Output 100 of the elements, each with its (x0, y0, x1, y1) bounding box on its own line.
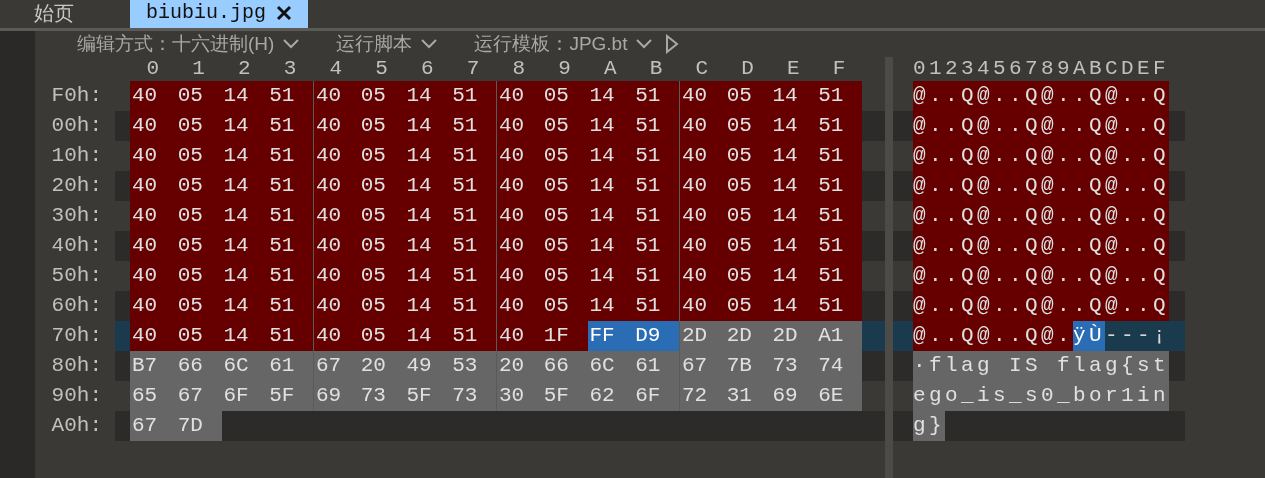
hex-byte[interactable]: 51 (816, 81, 862, 111)
dropdown-button[interactable]: 编辑方式：十六进制(H) (77, 29, 301, 59)
hex-byte[interactable]: 7D (175, 411, 222, 441)
hex-byte[interactable]: 51 (816, 141, 862, 171)
dropdown-button[interactable]: 运行模板：JPG.bt (474, 29, 654, 59)
hex-byte[interactable]: 2D (724, 321, 771, 351)
hex-byte[interactable]: 40 (130, 261, 176, 291)
hex-byte[interactable]: 05 (175, 171, 222, 201)
hex-byte[interactable]: 05 (541, 111, 588, 141)
hex-byte[interactable]: 05 (358, 261, 405, 291)
hex-byte[interactable]: 05 (541, 81, 588, 111)
hex-byte[interactable]: 65 (130, 381, 176, 411)
hex-byte[interactable]: 20 (496, 351, 542, 381)
hex-byte[interactable]: 40 (679, 231, 725, 261)
hex-byte[interactable]: 05 (175, 231, 222, 261)
hex-byte[interactable]: 05 (175, 321, 222, 351)
hex-byte[interactable]: 51 (633, 141, 679, 171)
hex-byte[interactable]: 14 (221, 261, 268, 291)
hex-byte[interactable]: 74 (816, 351, 862, 381)
hex-byte[interactable]: 51 (450, 171, 496, 201)
hex-byte[interactable]: 61 (267, 351, 313, 381)
hex-byte[interactable]: 40 (313, 261, 359, 291)
hex-byte[interactable]: 40 (496, 171, 542, 201)
hex-byte[interactable]: 51 (267, 111, 313, 141)
hex-byte[interactable]: 05 (358, 321, 405, 351)
hex-byte[interactable]: 51 (816, 261, 862, 291)
hex-byte[interactable]: 40 (313, 111, 359, 141)
hex-byte[interactable]: 51 (267, 81, 313, 111)
hex-byte[interactable]: 40 (496, 261, 542, 291)
hex-byte[interactable]: 51 (816, 201, 862, 231)
hex-byte[interactable]: 40 (313, 201, 359, 231)
hex-byte[interactable]: 05 (724, 171, 771, 201)
hex-byte[interactable]: 05 (724, 81, 771, 111)
hex-byte[interactable]: 7B (724, 351, 771, 381)
hex-byte[interactable]: 51 (633, 171, 679, 201)
hex-byte[interactable]: 2D (679, 321, 725, 351)
hex-byte[interactable]: 73 (770, 351, 817, 381)
hex-byte[interactable]: 40 (130, 141, 176, 171)
hex-byte[interactable]: 51 (450, 291, 496, 321)
hex-byte[interactable]: 40 (679, 111, 725, 141)
hex-byte[interactable]: 05 (541, 231, 588, 261)
hex-byte[interactable]: 51 (450, 81, 496, 111)
hex-byte[interactable]: 14 (770, 231, 817, 261)
hex-byte[interactable]: 40 (313, 231, 359, 261)
hex-byte[interactable]: 69 (770, 381, 817, 411)
hex-byte[interactable]: 14 (221, 231, 268, 261)
hex-byte[interactable]: FF (587, 321, 634, 351)
hex-byte[interactable]: 2D (770, 321, 817, 351)
hex-byte[interactable]: 40 (130, 111, 176, 141)
hex-byte[interactable]: 40 (130, 81, 176, 111)
hex-byte[interactable]: 40 (313, 321, 359, 351)
hex-byte[interactable]: 14 (587, 291, 634, 321)
hex-byte[interactable]: 51 (816, 231, 862, 261)
hex-byte[interactable]: 14 (587, 231, 634, 261)
hex-byte[interactable]: 1F (541, 321, 588, 351)
hex-byte[interactable]: 14 (587, 171, 634, 201)
hex-byte[interactable]: 05 (358, 291, 405, 321)
hex-byte[interactable]: 51 (816, 291, 862, 321)
hex-byte[interactable]: 51 (267, 171, 313, 201)
hex-byte[interactable]: 40 (679, 291, 725, 321)
hex-byte[interactable]: 67 (313, 351, 359, 381)
hex-byte[interactable]: 51 (816, 171, 862, 201)
hex-byte[interactable]: 6F (633, 381, 679, 411)
hex-byte[interactable]: 51 (633, 111, 679, 141)
hex-byte[interactable]: 05 (541, 171, 588, 201)
hex-byte[interactable]: 40 (679, 141, 725, 171)
hex-byte[interactable]: 14 (770, 171, 817, 201)
hex-byte[interactable]: 51 (267, 321, 313, 351)
hex-byte[interactable]: 14 (770, 111, 817, 141)
hex-byte[interactable]: 40 (679, 261, 725, 291)
hex-byte[interactable]: 30 (496, 381, 542, 411)
hex-byte[interactable]: 14 (404, 81, 451, 111)
hex-byte[interactable]: 5F (404, 381, 451, 411)
hex-byte[interactable]: 05 (358, 171, 405, 201)
hex-byte[interactable]: 14 (221, 321, 268, 351)
hex-byte[interactable]: 51 (633, 291, 679, 321)
hex-byte[interactable]: 14 (587, 201, 634, 231)
hex-byte[interactable]: 40 (313, 81, 359, 111)
hex-byte[interactable]: D9 (633, 321, 679, 351)
hex-byte[interactable]: 14 (404, 231, 451, 261)
hex-byte[interactable]: 6C (221, 351, 268, 381)
hex-byte[interactable]: 40 (313, 291, 359, 321)
hex-byte[interactable]: 14 (221, 291, 268, 321)
hex-byte[interactable]: 05 (175, 111, 222, 141)
hex-byte[interactable]: 14 (770, 81, 817, 111)
hex-byte[interactable]: 14 (404, 111, 451, 141)
hex-byte[interactable]: 40 (130, 321, 176, 351)
hex-byte[interactable]: 05 (175, 291, 222, 321)
hex-byte[interactable]: 51 (450, 111, 496, 141)
hex-byte[interactable]: 73 (450, 381, 496, 411)
hex-byte[interactable]: 05 (358, 141, 405, 171)
hex-byte[interactable]: 51 (633, 231, 679, 261)
hex-byte[interactable]: 67 (679, 351, 725, 381)
hex-byte[interactable]: 67 (175, 381, 222, 411)
hex-byte[interactable]: 14 (221, 201, 268, 231)
hex-byte[interactable]: 14 (587, 261, 634, 291)
hex-byte[interactable]: 51 (633, 201, 679, 231)
hex-byte[interactable]: 14 (221, 81, 268, 111)
hex-byte[interactable]: 05 (358, 201, 405, 231)
hex-byte[interactable]: 05 (175, 261, 222, 291)
